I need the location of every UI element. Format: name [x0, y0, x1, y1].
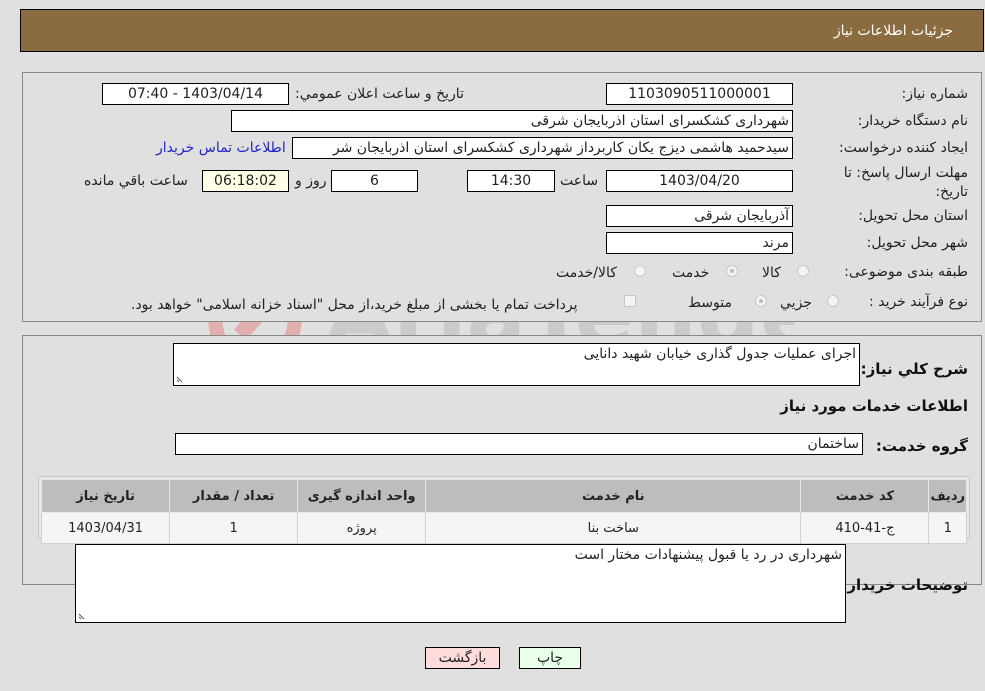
table-header-row: رديف کد خدمت نام خدمت واحد اندازه گیری ت… — [40, 479, 967, 513]
buyer-org-field: شهرداری کشکسرای استان اذربایجان شرقی — [231, 110, 793, 132]
time-remaining-field: 06:18:02 — [202, 170, 289, 192]
days-label: روز و — [295, 173, 327, 189]
category-radio-goods[interactable] — [797, 265, 809, 277]
col-header-row-no: رديف — [928, 479, 967, 513]
requester-field: سیدحمید هاشمی دیزج یکان کاربرداز شهرداری… — [292, 137, 793, 159]
announce-datetime-label: تاریخ و ساعت اعلان عمومي: — [295, 86, 464, 102]
services-table-container: رديف کد خدمت نام خدمت واحد اندازه گیری ت… — [38, 476, 970, 544]
delivery-province-field: آذربایجان شرقی — [606, 205, 793, 227]
service-group-field: ساختمان — [175, 433, 863, 455]
purchase-option-minor: جزيي — [780, 295, 812, 311]
cell-row-no: 1 — [928, 512, 967, 544]
resize-grip-icon[interactable] — [176, 374, 185, 383]
page-title: جزئیات اطلاعات نیاز — [833, 23, 953, 39]
purchase-type-label: نوع فرآیند خرید : — [869, 294, 968, 310]
cell-service-name: ساخت بنا — [425, 512, 802, 544]
delivery-province-label: استان محل تحویل: — [858, 208, 968, 224]
services-heading: اطلاعات خدمات مورد نياز — [780, 397, 968, 415]
treasury-checkbox[interactable] — [624, 295, 636, 307]
col-header-need-date: تاریخ نیاز — [40, 479, 171, 513]
col-header-service-name: نام خدمت — [425, 479, 802, 513]
description-text: اجرای عملیات جدول گذاری خیابان شهید دانا… — [583, 346, 856, 362]
buyer-contact-link[interactable]: اطلاعات تماس خريدار — [156, 140, 286, 156]
category-option-goods-service: کالا/خدمت — [556, 265, 617, 281]
days-remaining-field: 6 — [331, 170, 418, 192]
announce-datetime-field: 1403/04/14 - 07:40 — [102, 83, 289, 105]
back-button[interactable]: بازگشت — [425, 647, 500, 669]
table-row: 1 ج-41-410 ساخت بنا پروژه 1 1403/04/31 — [40, 512, 967, 544]
purchase-radio-minor[interactable] — [827, 295, 839, 307]
col-header-quantity: تعداد / مقدار — [169, 479, 299, 513]
cell-service-code: ج-41-410 — [800, 512, 930, 544]
category-option-goods: کالا — [762, 265, 781, 281]
services-table: رديف کد خدمت نام خدمت واحد اندازه گیری ت… — [40, 479, 967, 544]
category-radio-service[interactable] — [726, 265, 738, 277]
buyer-notes-text: شهرداری در رد یا قبول پیشنهادات مختار اس… — [574, 547, 842, 563]
resize-grip-icon[interactable] — [78, 611, 87, 620]
category-radio-goods-service[interactable] — [634, 265, 646, 277]
requester-label: ایجاد کننده درخواست: — [839, 140, 968, 156]
deadline-date-field: 1403/04/20 — [606, 170, 793, 192]
buyer-notes-textarea[interactable]: شهرداری در رد یا قبول پیشنهادات مختار اس… — [75, 544, 846, 623]
deadline-label: مهلت ارسال پاسخ: تا تاریخ: — [843, 165, 968, 200]
purchase-radio-medium[interactable] — [755, 295, 767, 307]
col-header-service-code: کد خدمت — [800, 479, 930, 513]
category-option-service: خدمت — [672, 265, 710, 281]
col-header-unit: واحد اندازه گیری — [297, 479, 427, 513]
cell-need-date: 1403/04/31 — [40, 512, 171, 544]
buyer-org-label: نام دستگاه خريدار: — [857, 113, 968, 129]
print-button[interactable]: چاپ — [519, 647, 581, 669]
need-number-label: شماره نیاز: — [901, 86, 969, 102]
description-label: شرح كلي نياز: — [860, 360, 968, 378]
page-header: جزئیات اطلاعات نیاز — [20, 9, 984, 52]
need-number-field: 1103090511000001 — [606, 83, 793, 105]
delivery-city-label: شهر محل تحویل: — [866, 235, 968, 251]
deadline-time-label: ساعت — [560, 173, 599, 189]
purchase-option-medium: متوسط — [688, 295, 732, 311]
cell-quantity: 1 — [169, 512, 299, 544]
cell-unit: پروژه — [297, 512, 427, 544]
category-label: طبقه بندی موضوعی: — [844, 264, 968, 280]
time-remaining-label: ساعت باقي مانده — [84, 173, 188, 189]
service-group-label: گروه خدمت: — [875, 437, 968, 455]
delivery-city-field: مرند — [606, 232, 793, 254]
deadline-time-field: 14:30 — [467, 170, 555, 192]
buyer-notes-label: توضيحات خريدار: — [841, 576, 968, 594]
treasury-note: پرداخت تمام یا بخشی از مبلغ خرید،از محل … — [131, 297, 578, 313]
description-textarea[interactable]: اجرای عملیات جدول گذاری خیابان شهید دانا… — [173, 343, 860, 386]
